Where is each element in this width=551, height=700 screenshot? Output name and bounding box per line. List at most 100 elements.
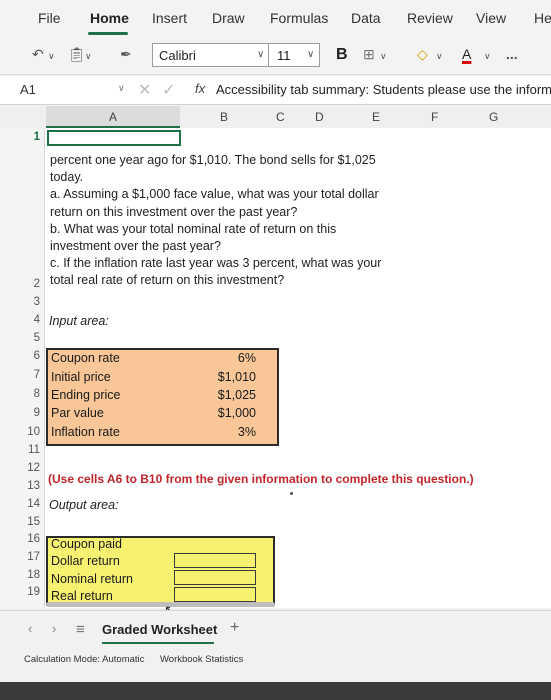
input-row-coupon-rate[interactable]: Coupon rate 6% [51, 351, 276, 369]
format-painter-icon[interactable]: ✒ [120, 46, 132, 63]
row-header-6[interactable]: 6 [0, 350, 40, 362]
borders-icon[interactable]: ⊞ [363, 46, 375, 63]
input-label: Initial price [51, 370, 111, 384]
font-color-chevron-icon[interactable]: ∨ [484, 51, 491, 62]
excel-window: File Home Insert Draw Formulas Data Revi… [0, 0, 551, 682]
row-header-10[interactable]: 10 [0, 426, 40, 438]
row-header-2[interactable]: 2 [0, 278, 40, 290]
font-name-select[interactable]: Calibri [152, 43, 270, 67]
output-cell-real-return[interactable] [174, 587, 256, 602]
tab-review[interactable]: Review [407, 10, 453, 26]
row-header-8[interactable]: 8 [0, 388, 40, 400]
undo-chevron-icon[interactable]: ∨ [48, 51, 55, 62]
problem-line: percent one year ago for $1,010. The bon… [50, 153, 376, 167]
tab-insert[interactable]: Insert [152, 10, 187, 26]
bold-button[interactable]: B [336, 46, 348, 64]
formula-bar: A1 ∨ ✕ ✓ fx Accessibility tab summary: S… [0, 76, 551, 105]
col-header-d[interactable]: D [315, 110, 324, 124]
workbook-statistics[interactable]: Workbook Statistics [160, 654, 243, 665]
name-box-chevron-icon[interactable]: ∨ [118, 83, 125, 94]
clipboard-chevron-icon[interactable]: ∨ [85, 51, 92, 62]
row-header-1[interactable]: 1 [0, 131, 40, 143]
calculation-mode[interactable]: Calculation Mode: Automatic [24, 654, 144, 665]
font-size-chevron-icon[interactable]: ∨ [307, 49, 314, 60]
col-header-a[interactable]: A [109, 110, 117, 124]
fill-color-icon[interactable]: ◇ [417, 46, 428, 63]
tab-home[interactable]: Home [90, 10, 129, 26]
tab-draw[interactable]: Draw [212, 10, 245, 26]
tab-data[interactable]: Data [351, 10, 381, 26]
row-header-3[interactable]: 3 [0, 296, 40, 308]
active-sheet-indicator [102, 642, 214, 644]
problem-line: b. What was your total nominal rate of r… [50, 221, 337, 236]
row-header-7[interactable]: 7 [0, 369, 40, 381]
output-area-label[interactable]: Output area: [49, 498, 119, 512]
output-label-real-return: Real return [51, 589, 113, 603]
name-box[interactable]: A1 [20, 82, 36, 97]
input-label: Coupon rate [51, 351, 120, 365]
col-header-g[interactable]: G [489, 110, 498, 124]
input-row-initial-price[interactable]: Initial price $1,010 [51, 370, 276, 388]
more-options-icon[interactable]: ... [506, 46, 518, 62]
input-value: $1,010 [217, 370, 256, 384]
problem-line: a. Assuming a $1,000 face value, what wa… [50, 187, 379, 202]
row-header-13[interactable]: 13 [0, 480, 40, 492]
input-area-label[interactable]: Input area: [49, 314, 109, 328]
fill-color-chevron-icon[interactable]: ∨ [436, 51, 443, 62]
row-header-4[interactable]: 4 [0, 314, 40, 326]
output-label-dollar-return: Dollar return [51, 554, 120, 568]
output-cell-nominal-return[interactable] [174, 570, 256, 585]
output-cell-dollar-return[interactable] [174, 553, 256, 568]
sheet-tab-graded-worksheet[interactable]: Graded Worksheet [102, 622, 217, 637]
tab-help[interactable]: He [534, 10, 551, 26]
input-value: 6% [237, 351, 256, 365]
add-sheet-button[interactable]: + [230, 619, 239, 637]
status-bar: Calculation Mode: Automatic Workbook Sta… [0, 646, 551, 682]
problem-line: investment over the past year? [50, 239, 221, 254]
tab-file[interactable]: File [38, 10, 61, 26]
sheet-list-icon[interactable]: ≡ [76, 621, 85, 638]
input-row-ending-price[interactable]: Ending price $1,025 [51, 388, 276, 406]
column-header: A B C D E F G [0, 106, 551, 129]
clipboard-icon[interactable]: 📋︎ [68, 46, 86, 63]
input-label: Inflation rate [51, 425, 120, 439]
input-label: Ending price [51, 388, 121, 402]
borders-chevron-icon[interactable]: ∨ [380, 51, 387, 62]
tab-formulas[interactable]: Formulas [270, 10, 328, 26]
fx-icon[interactable]: fx [195, 81, 205, 96]
cancel-icon[interactable]: ✕ [138, 80, 151, 100]
font-name-chevron-icon[interactable]: ∨ [257, 49, 264, 60]
row-header-12[interactable]: 12 [0, 462, 40, 474]
row-header-11[interactable]: 11 [0, 444, 40, 456]
horizontal-scrollbar[interactable] [46, 602, 275, 607]
row-header-9[interactable]: 9 [0, 407, 40, 419]
row-header-16[interactable]: 16 [0, 533, 40, 545]
font-color-icon[interactable]: A [462, 46, 471, 62]
problem-line: c. If the inflation rate last year was 3… [50, 256, 382, 271]
sheet-tab-bar: ‹ › ≡ Graded Worksheet + [0, 610, 551, 647]
formula-content[interactable]: Accessibility tab summary: Students plea… [216, 82, 551, 97]
row-header-15[interactable]: 15 [0, 516, 40, 528]
col-header-f[interactable]: F [431, 110, 438, 124]
row-header-19[interactable]: 19 [0, 586, 40, 598]
col-header-b[interactable]: B [220, 110, 228, 124]
problem-text[interactable]: percent one year ago for $1,010. The bon… [50, 152, 382, 290]
input-row-inflation-rate[interactable]: Inflation rate 3% [51, 425, 276, 443]
row-header-18[interactable]: 18 [0, 569, 40, 581]
instruction-text[interactable]: (Use cells A6 to B10 from the given info… [48, 472, 474, 486]
prev-sheet-icon[interactable]: ‹ [28, 621, 32, 636]
row-header-5[interactable]: 5 [0, 332, 40, 344]
input-label: Par value [51, 406, 104, 420]
row-header-14[interactable]: 14 [0, 498, 40, 510]
col-header-e[interactable]: E [372, 110, 380, 124]
next-sheet-icon[interactable]: › [52, 621, 56, 636]
col-header-c[interactable]: C [276, 110, 285, 124]
row-header-17[interactable]: 17 [0, 551, 40, 563]
selected-cell-a1[interactable] [47, 130, 181, 146]
tab-view[interactable]: View [476, 10, 506, 26]
undo-icon[interactable]: ↶ [32, 46, 44, 63]
input-row-par-value[interactable]: Par value $1,000 [51, 406, 276, 424]
confirm-icon[interactable]: ✓ [162, 80, 175, 100]
worksheet-grid[interactable]: 1 2 3 4 5 6 7 8 9 10 11 12 13 14 15 16 1… [0, 128, 551, 608]
output-area: Coupon paid Dollar return Nominal return… [46, 536, 275, 606]
